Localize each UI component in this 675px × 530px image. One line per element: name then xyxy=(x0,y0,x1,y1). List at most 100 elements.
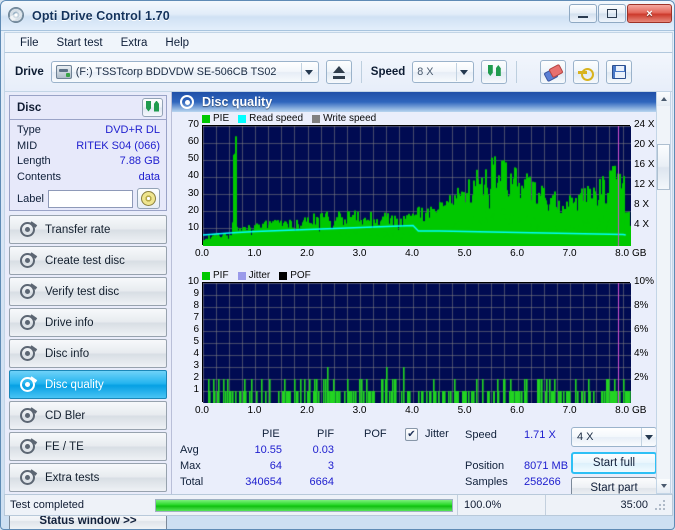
test-icon xyxy=(20,407,38,423)
x-axis-tick-label: 2.0 xyxy=(300,405,314,416)
legend-swatch-icon xyxy=(312,114,321,123)
y-axis-tick-label: 70 xyxy=(187,119,199,130)
disc-panel-title: Disc xyxy=(17,101,42,114)
speed-select-value: 8 X xyxy=(417,66,434,78)
cd-icon xyxy=(141,191,156,206)
sidebar-item-create-test-disc[interactable]: Create test disc xyxy=(9,246,167,275)
disc-refresh-button[interactable] xyxy=(142,98,163,117)
y2-axis-tick-label: 4 X xyxy=(634,219,650,230)
test-icon xyxy=(20,314,38,330)
x-axis-unit-label: GB xyxy=(632,248,647,259)
menu-item-extra[interactable]: Extra xyxy=(112,35,157,51)
scroll-down-button[interactable] xyxy=(657,479,670,493)
tools-button[interactable] xyxy=(573,60,600,84)
x-axis-tick-label: 0.0 xyxy=(195,248,209,259)
start-full-button[interactable]: Start full xyxy=(571,452,657,474)
position-value: 8071 MB xyxy=(524,460,569,472)
pif-chart-plot xyxy=(202,282,631,403)
menu-item-help[interactable]: Help xyxy=(156,35,198,51)
x-axis-unit-label: GB xyxy=(632,405,647,416)
window-controls: × xyxy=(569,4,672,23)
save-button[interactable] xyxy=(606,60,633,84)
test-icon xyxy=(20,252,38,268)
sidebar-item-disc-info[interactable]: Disc info xyxy=(9,339,167,368)
jitter-checkbox[interactable]: ✔ xyxy=(405,428,418,441)
optical-drive-icon xyxy=(55,65,72,79)
disc-label-input[interactable] xyxy=(47,189,133,208)
title-bar: Opti Drive Control 1.70 × xyxy=(1,1,674,31)
progress-bar xyxy=(151,495,457,515)
x-axis-tick-label: 3.0 xyxy=(352,405,367,416)
y2-axis-tick-label: 16 X xyxy=(634,159,655,170)
legend-swatch-icon xyxy=(238,114,247,123)
menu-item-file[interactable]: File xyxy=(11,35,48,51)
stat-pie-total: 340654 xyxy=(245,476,282,488)
x-axis-tick-label: 5.0 xyxy=(457,248,472,259)
sidebar-item-verify-test-disc[interactable]: Verify test disc xyxy=(9,277,167,306)
resize-grip-icon[interactable] xyxy=(655,500,667,512)
disc-row-contents: Contents data xyxy=(17,170,160,186)
sidebar-item-fe-te[interactable]: FE / TE xyxy=(9,432,167,461)
y-axis-tick-label: 8 xyxy=(193,300,199,311)
close-button[interactable]: × xyxy=(627,4,672,23)
legend-entry: Read speed xyxy=(238,113,303,124)
sidebar-item-disc-quality[interactable]: Disc quality xyxy=(9,370,167,399)
sidebar-item-transfer-rate[interactable]: Transfer rate xyxy=(9,215,167,244)
sidebar-item-drive-info[interactable]: Drive info xyxy=(9,308,167,337)
drive-select[interactable]: (F:) TSSTcorp BDDVDW SE-506CB TS02 xyxy=(50,61,319,83)
y-axis-tick-label: 50 xyxy=(187,153,199,165)
disc-row-length: Length 7.88 GB xyxy=(17,154,160,170)
refresh-icon xyxy=(145,101,160,115)
sidebar-item-label: Drive info xyxy=(45,316,94,329)
x-axis-tick-label: 2.0 xyxy=(300,248,314,259)
legend-label: POF xyxy=(290,270,311,281)
stat-row-label-avg: Avg xyxy=(180,444,199,456)
sidebar-item-extra-tests[interactable]: Extra tests xyxy=(9,463,167,492)
speed-select[interactable]: 8 X xyxy=(412,61,475,83)
maximize-button[interactable] xyxy=(598,4,626,23)
y-axis-tick-label: 4 xyxy=(193,348,199,359)
scroll-up-button[interactable] xyxy=(657,92,670,106)
test-icon xyxy=(20,221,38,237)
chart2-legend: PIF Jitter POF xyxy=(202,270,317,281)
sidebar-item-label: Disc info xyxy=(45,347,90,360)
progress-percent: 100.0% xyxy=(457,495,545,515)
minimize-button[interactable] xyxy=(569,4,597,23)
y-axis-tick-label: 5 xyxy=(193,336,199,347)
stat-row-label-total: Total xyxy=(180,476,204,488)
disc-row-contents-label: Contents xyxy=(17,170,62,183)
disc-row-length-label: Length xyxy=(17,155,51,167)
test-speed-select[interactable]: 4 X xyxy=(571,427,657,447)
legend-label: Write speed xyxy=(323,113,377,124)
y2-axis-tick-label: 8 X xyxy=(634,199,650,210)
left-panel: Disc Type DVD+R DL MID RITEK S04 (066) L… xyxy=(5,92,171,529)
app-disc-icon xyxy=(8,6,26,25)
eject-button[interactable] xyxy=(325,60,352,84)
drive-toolbar: Drive (F:) TSSTcorp BDDVDW SE-506CB TS02… xyxy=(4,53,673,91)
legend-swatch-icon xyxy=(202,271,210,280)
sidebar-item-cd-bler[interactable]: CD Bler xyxy=(9,401,167,430)
sidebar-item-label: Create test disc xyxy=(45,254,125,267)
legend-label: PIF xyxy=(213,270,229,281)
refresh-button[interactable] xyxy=(481,60,508,84)
y-axis-tick-label: 40 xyxy=(187,170,199,182)
erase-button[interactable] xyxy=(540,60,567,84)
y-axis-tick-label: 60 xyxy=(187,136,199,148)
scrollbar-thumb[interactable] xyxy=(657,144,670,190)
test-speed-value: 4 X xyxy=(577,431,594,443)
menu-item-start-test[interactable]: Start test xyxy=(48,35,112,51)
disc-row-contents-value: data xyxy=(138,170,160,183)
test-icon xyxy=(20,376,38,392)
stat-pif-total: 6664 xyxy=(309,476,334,488)
disc-label-button[interactable] xyxy=(137,188,160,209)
disc-info-rows: Type DVD+R DL MID RITEK S04 (066) Length… xyxy=(10,120,166,209)
vertical-scrollbar[interactable] xyxy=(656,91,671,494)
right-panel: Disc quality PIE Read speed Write speed 10… xyxy=(171,92,666,499)
speed-stat-label: Speed xyxy=(465,429,497,441)
toolbar-divider xyxy=(516,61,518,83)
test-icon xyxy=(20,345,38,361)
samples-label: Samples xyxy=(465,476,508,488)
elapsed-time: 35:00 xyxy=(545,495,672,515)
x-axis-tick-label: 7.0 xyxy=(562,405,577,416)
y-axis-tick-label: 10 xyxy=(187,221,199,233)
